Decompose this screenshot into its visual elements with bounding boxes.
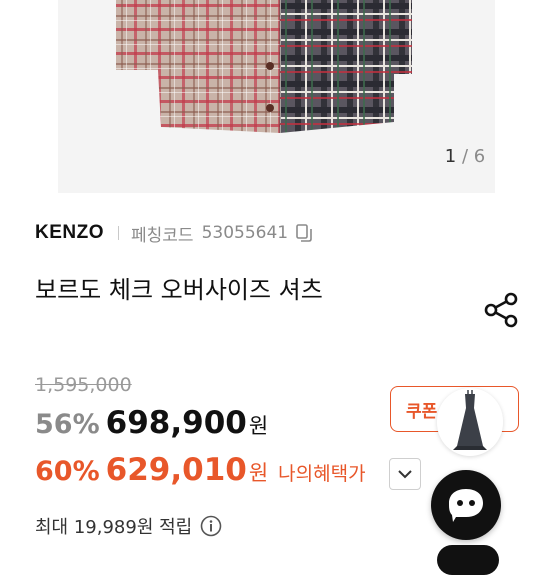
coupon-label: 쿠폰 [406,402,438,422]
fetching-code-value: 53055641 [201,223,289,243]
points-text: 최대 19,989원 적립 [35,517,193,538]
product-image-gallery[interactable]: 1 / 6 [58,0,495,193]
image-counter-current: 1 [444,146,457,167]
floating-product-thumbnail[interactable] [437,388,503,456]
product-title: 보르도 체크 오버사이즈 셔츠 [35,276,323,304]
scroll-top-button[interactable] [437,545,499,575]
my-benefit-label: 나의혜택가 [278,463,366,485]
divider [118,226,119,240]
discount-percent: 56% [35,409,100,440]
image-counter-total: 6 [473,146,486,167]
points-info: 최대 19,989원 적립 [35,513,222,539]
my-benefit-row: 60% 629,010 원 나의혜택가 [35,452,366,488]
sale-price-row: 56% 698,900 원 [35,405,268,441]
chat-button[interactable] [431,470,501,540]
image-counter: 1 / 6 [435,146,495,167]
product-image [58,0,495,193]
share-icon[interactable] [482,290,522,330]
sale-price: 698,900 [105,405,247,441]
chat-icon [449,489,483,522]
currency-unit: 원 [248,414,269,438]
original-price: 1,595,000 [35,374,132,396]
fetching-code-label: 페칭코드 [131,225,194,246]
image-counter-separator: / [461,146,469,167]
chevron-down-icon [398,470,412,479]
my-discount-percent: 60% [35,456,100,487]
copy-icon[interactable] [294,223,314,243]
brand-row: KENZO 페칭코드 53055641 [35,219,314,247]
my-benefit-price: 629,010 [105,452,247,488]
my-currency-unit: 원 [248,461,269,485]
benefit-expand-button[interactable] [389,458,421,490]
dress-image [453,390,487,450]
info-icon[interactable] [200,515,222,537]
brand-name[interactable]: KENZO [35,222,104,244]
